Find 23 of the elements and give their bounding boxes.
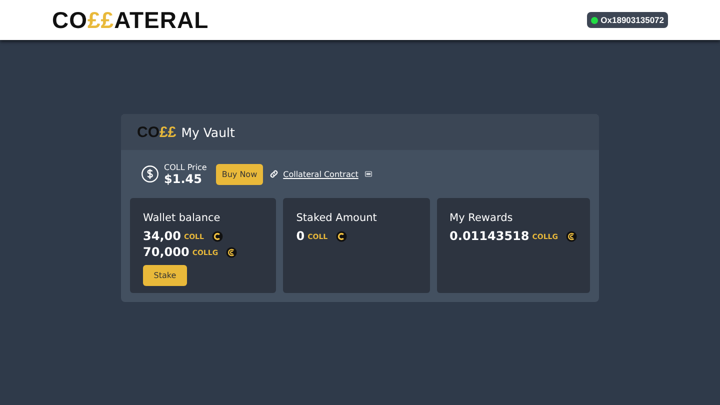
amount-value: 70,000 — [143, 245, 190, 259]
amount-value: 0.01143518 — [450, 229, 530, 243]
card-icon[interactable] — [365, 171, 372, 177]
contract-link[interactable]: Collateral Contract — [283, 170, 358, 178]
buy-now-button[interactable]: Buy Now — [216, 164, 264, 184]
coin-icon — [212, 230, 223, 242]
wallet-address-button[interactable]: Ox18903135072 — [586, 12, 668, 28]
card-title: Wallet balance — [143, 212, 222, 224]
coll-logo: CO££ — [137, 124, 176, 140]
card-title: My Rewards — [450, 212, 514, 224]
coin-icon — [566, 230, 578, 242]
amount-value: 34,00 — [143, 229, 181, 243]
coin-icon — [336, 230, 347, 242]
stake-button[interactable]: Stake — [143, 265, 187, 286]
price-value: $1.45 — [164, 172, 203, 186]
amount-value: 0 — [296, 229, 305, 243]
vault-title: My Vault — [181, 124, 235, 140]
collateral-logo: CO££ATERAL — [52, 6, 209, 34]
price-label: COLL Price — [164, 162, 207, 172]
link-icon — [269, 169, 280, 179]
dollar-icon — [141, 165, 159, 183]
coin-icon — [226, 246, 238, 258]
card-title: Staked Amount — [296, 212, 378, 224]
